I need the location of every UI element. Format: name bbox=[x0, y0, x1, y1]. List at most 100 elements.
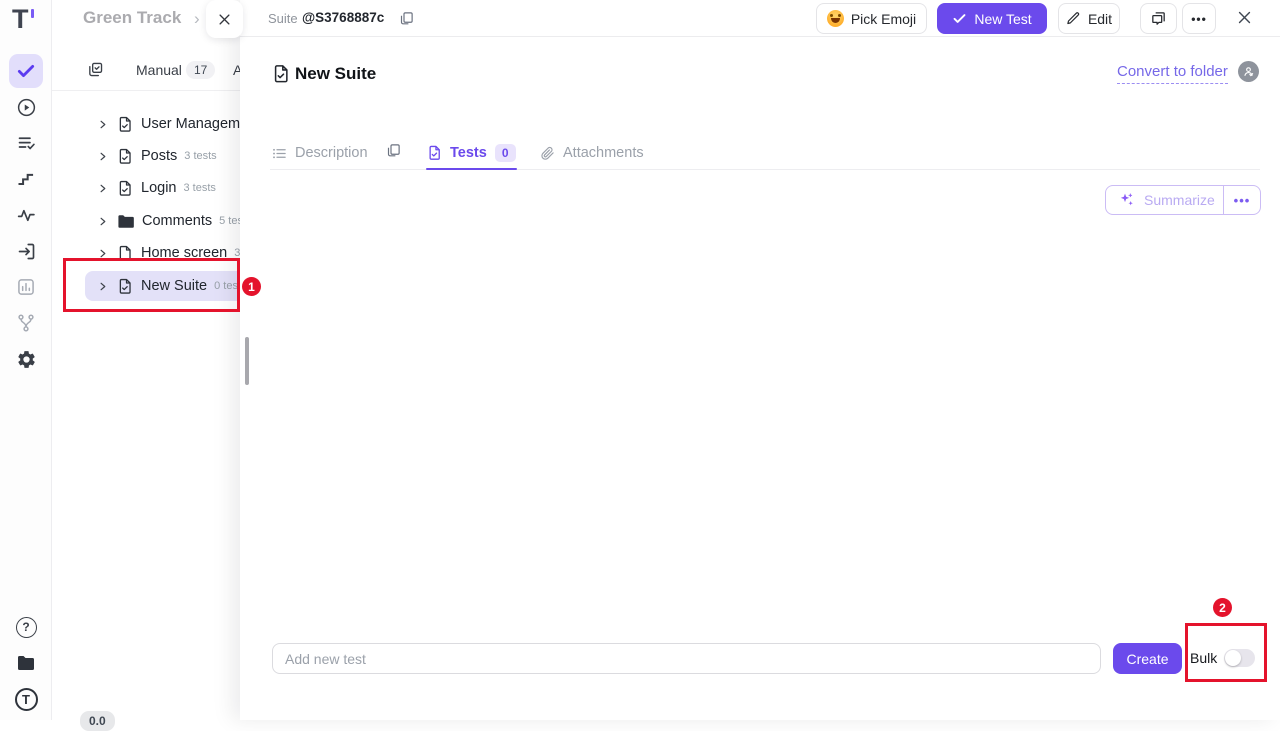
new-test-label: New Test bbox=[974, 11, 1031, 27]
convert-to-folder-link[interactable]: Convert to folder bbox=[1117, 63, 1228, 84]
test-plans-icon[interactable] bbox=[8, 125, 44, 161]
tree-row-comments[interactable]: Comments 5 tests bbox=[52, 205, 240, 237]
chat-icon bbox=[1150, 10, 1167, 27]
check-icon bbox=[952, 11, 967, 26]
projects-folder-icon[interactable] bbox=[8, 645, 44, 681]
suite-tabs: Description Tests 0 Attachments bbox=[270, 139, 1260, 170]
comments-button[interactable] bbox=[1140, 3, 1177, 34]
tab-tests[interactable]: Tests 0 bbox=[427, 139, 516, 167]
steps-icon[interactable] bbox=[8, 161, 44, 197]
tree-row-label: New Suite bbox=[141, 278, 207, 294]
suite-doc-check-icon bbox=[117, 116, 133, 133]
create-button[interactable]: Create bbox=[1113, 643, 1182, 674]
tree-row-count: 5 tests bbox=[219, 215, 240, 227]
tab-attachments-label: Attachments bbox=[563, 145, 644, 161]
pick-emoji-label: Pick Emoji bbox=[851, 11, 916, 27]
batch-select-icon[interactable] bbox=[87, 61, 104, 78]
suite-id: @S3768887c bbox=[302, 10, 384, 25]
assignee-avatar-icon[interactable] bbox=[1238, 61, 1259, 82]
suite-type-label: Suite bbox=[268, 11, 298, 26]
summarize-label: Summarize bbox=[1144, 192, 1215, 208]
suite-doc-check-icon bbox=[272, 64, 290, 84]
tree-row-count: 3 tests bbox=[183, 182, 215, 194]
doc-check-icon bbox=[427, 145, 442, 161]
more-actions-button[interactable]: ••• bbox=[1182, 3, 1216, 34]
add-test-input[interactable] bbox=[272, 643, 1101, 674]
settings-gear-icon[interactable] bbox=[8, 341, 44, 377]
tree-row-user-management[interactable]: User Management bbox=[52, 108, 240, 140]
suite-title: New Suite bbox=[295, 64, 376, 84]
import-icon[interactable] bbox=[8, 233, 44, 269]
edit-button[interactable]: Edit bbox=[1058, 3, 1120, 34]
breadcrumb-chevron-icon: › bbox=[194, 9, 200, 29]
tab-tests-label: Tests bbox=[450, 145, 487, 161]
suite-detail-panel: Suite @S3768887c Pick Emoji New Test Edi… bbox=[240, 0, 1280, 720]
tree-row-count: 0 tests bbox=[214, 280, 240, 292]
tree-row-home-screen[interactable]: Home screen 3 tests bbox=[52, 237, 240, 269]
app-logo[interactable]: T bbox=[12, 4, 28, 35]
copy-suite-id-icon[interactable] bbox=[399, 11, 414, 26]
logo-letter: T bbox=[15, 688, 38, 711]
tab-manual[interactable]: Manual bbox=[136, 62, 182, 78]
tab-attachments[interactable]: Attachments bbox=[540, 139, 644, 167]
tree-row-posts[interactable]: Posts 3 tests bbox=[52, 140, 240, 172]
tree-row-label: Login bbox=[141, 180, 176, 196]
pick-emoji-button[interactable]: Pick Emoji bbox=[816, 3, 927, 34]
suites-tree-panel: Green Track › Manual 17 Automated User M… bbox=[52, 0, 240, 720]
tree-row-label: Comments bbox=[142, 213, 212, 229]
tests-check-icon[interactable] bbox=[9, 54, 43, 88]
pulse-icon[interactable] bbox=[8, 197, 44, 233]
copy-description-icon[interactable] bbox=[386, 143, 401, 158]
tree-row-count: 3 tests bbox=[184, 150, 216, 162]
suite-header: Suite @S3768887c Pick Emoji New Test Edi… bbox=[240, 0, 1280, 37]
chevron-right-icon[interactable] bbox=[97, 151, 108, 162]
manual-count-badge: 17 bbox=[186, 61, 215, 79]
emoji-icon bbox=[827, 10, 844, 27]
ellipsis-icon: ••• bbox=[1191, 12, 1207, 26]
divider bbox=[52, 90, 240, 91]
summarize-button[interactable]: Summarize bbox=[1106, 186, 1223, 214]
chevron-right-icon[interactable] bbox=[97, 281, 108, 292]
list-icon bbox=[272, 146, 287, 161]
tree-row-label: User Management bbox=[141, 116, 240, 132]
question-mark-glyph: ? bbox=[16, 617, 37, 638]
bulk-toggle[interactable] bbox=[1224, 649, 1255, 667]
tree-row-label: Home screen bbox=[141, 245, 227, 261]
analytics-icon[interactable] bbox=[8, 269, 44, 305]
tree-row-new-suite[interactable]: New Suite 0 tests bbox=[52, 270, 240, 302]
tree-row-label: Posts bbox=[141, 148, 177, 164]
annotation-badge-step2: 2 bbox=[1213, 598, 1232, 617]
close-suite-button[interactable] bbox=[1236, 9, 1253, 26]
doc-icon bbox=[117, 245, 133, 262]
tab-description[interactable]: Description bbox=[272, 139, 368, 167]
chevron-right-icon[interactable] bbox=[97, 216, 108, 227]
chevron-right-icon[interactable] bbox=[97, 183, 108, 194]
runs-play-icon[interactable] bbox=[8, 89, 44, 125]
toggle-knob bbox=[1225, 650, 1241, 666]
folder-icon bbox=[117, 214, 134, 229]
project-name[interactable]: Green Track bbox=[83, 8, 181, 28]
tab-automated[interactable]: Automated bbox=[233, 62, 240, 78]
profile-logo-icon[interactable]: T bbox=[8, 681, 44, 717]
annotation-badge-step1: 1 bbox=[242, 277, 261, 296]
tree-row-login[interactable]: Login 3 tests bbox=[52, 172, 240, 204]
close-icon bbox=[217, 12, 232, 27]
tree-scrollbar-thumb[interactable] bbox=[245, 337, 249, 385]
sparkles-icon bbox=[1119, 192, 1135, 208]
summarize-more-button[interactable]: ••• bbox=[1223, 186, 1260, 214]
tab-description-label: Description bbox=[295, 145, 368, 161]
active-tab-underline bbox=[426, 168, 517, 171]
bulk-label: Bulk bbox=[1190, 650, 1217, 666]
suite-doc-check-icon bbox=[117, 180, 133, 197]
help-icon[interactable]: ? bbox=[8, 609, 44, 645]
panel-close-button[interactable] bbox=[206, 0, 243, 38]
chevron-right-icon[interactable] bbox=[97, 119, 108, 130]
new-test-button[interactable]: New Test bbox=[937, 3, 1047, 34]
tests-count-badge: 0 bbox=[495, 144, 516, 162]
icon-rail: T ? T bbox=[0, 0, 52, 720]
branches-icon[interactable] bbox=[8, 305, 44, 341]
chevron-right-icon[interactable] bbox=[97, 248, 108, 259]
paperclip-icon bbox=[540, 146, 555, 161]
summarize-split-button: Summarize ••• bbox=[1105, 185, 1261, 215]
version-badge: 0.0 bbox=[80, 711, 115, 731]
